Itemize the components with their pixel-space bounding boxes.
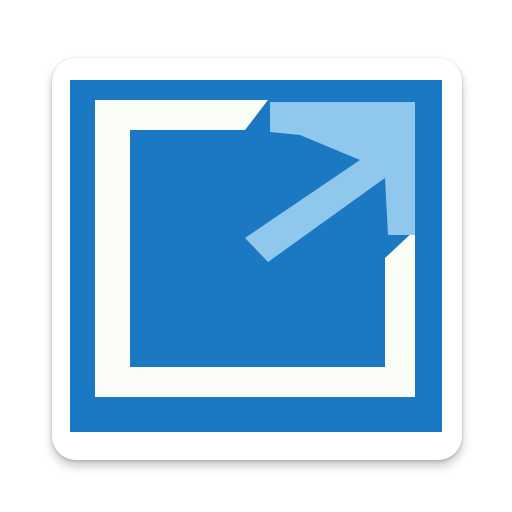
external-link-icon (70, 80, 442, 432)
icon-stage (0, 0, 512, 512)
